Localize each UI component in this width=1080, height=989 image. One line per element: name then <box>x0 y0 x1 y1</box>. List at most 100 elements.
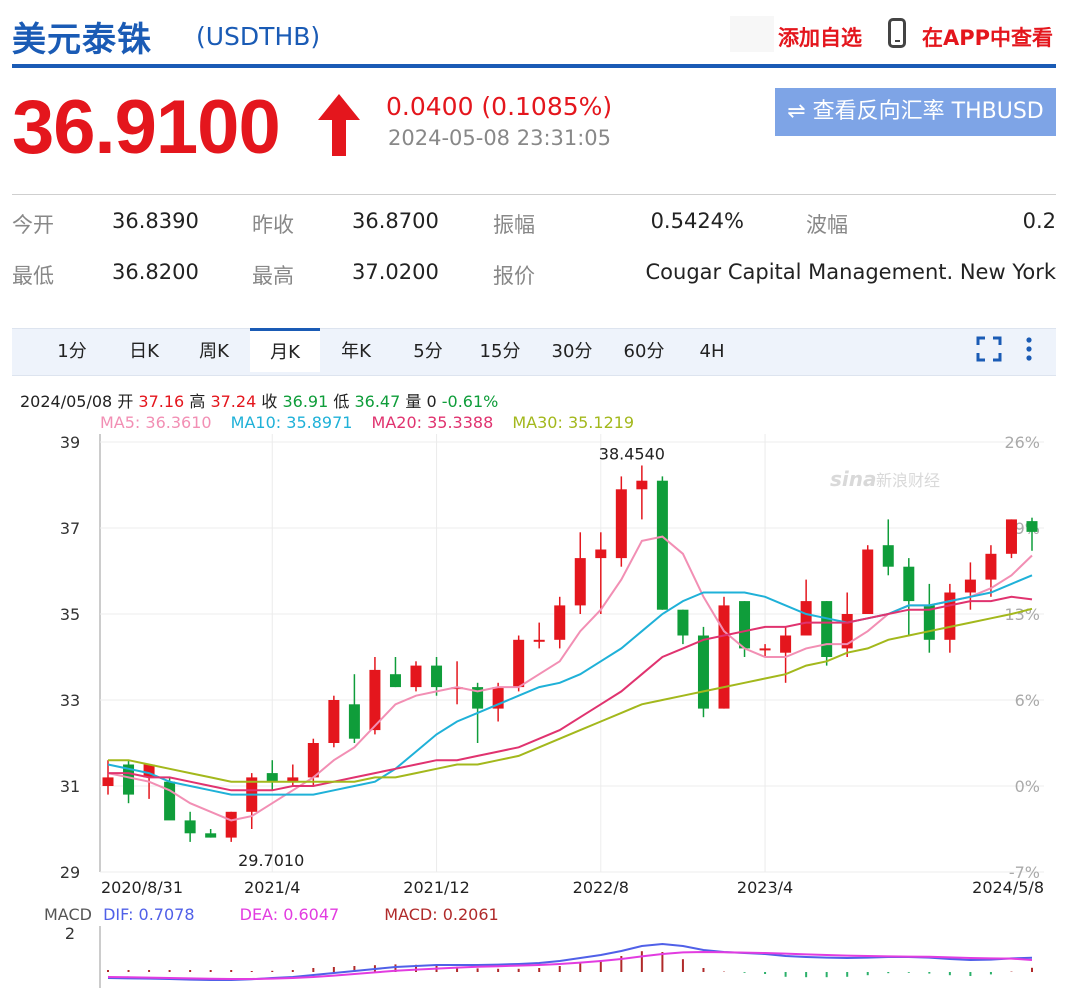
info-vol: 0 <box>426 392 437 411</box>
candle-up <box>985 553 997 580</box>
price-change: 0.0400 (0.1085%) <box>386 92 613 121</box>
macd-legend: MACD DIF: 0.7078 DEA: 0.6047 MACD: 0.206… <box>44 905 499 924</box>
tab-60min[interactable]: 60分 <box>612 329 676 375</box>
view-in-app-button[interactable]: 在APP中查看 <box>922 22 1053 52</box>
candle-down <box>164 781 176 821</box>
candle-down <box>697 635 709 709</box>
x-tick-label: 2021/12 <box>403 878 469 897</box>
candle-up <box>307 743 319 778</box>
sina-watermark-icon: sina <box>830 467 877 491</box>
tab-daily[interactable]: 日K <box>112 329 176 375</box>
candle-up <box>862 549 874 614</box>
info-high-label: 高 <box>189 392 206 411</box>
candle-up <box>800 601 812 636</box>
x-tick-label: 2024/5/8 <box>972 878 1044 897</box>
info-vol-label: 量 <box>405 392 422 411</box>
candle-up <box>718 605 730 709</box>
stat-low-label: 最低 <box>12 264 54 288</box>
stat-high-value: 37.0200 <box>352 260 439 284</box>
period-tab-bar: 1分 日K 周K 月K 年K 5分 15分 30分 60分 4H <box>12 328 1056 376</box>
info-low-label: 低 <box>333 392 350 411</box>
y-tick-label: 29 <box>60 863 80 882</box>
dif-line <box>107 942 1033 981</box>
candle-down <box>184 820 196 834</box>
candle-down <box>821 601 833 657</box>
y-tick-label: 31 <box>60 777 80 796</box>
more-options-icon[interactable] <box>1024 336 1034 362</box>
candle-up <box>636 480 648 490</box>
stat-volatility-label: 波幅 <box>806 213 848 237</box>
tab-4h[interactable]: 4H <box>680 329 744 375</box>
candle-down <box>903 566 915 602</box>
candle-down <box>205 833 217 838</box>
watermark-cn: 新浪财经 <box>876 471 940 490</box>
macd-chart[interactable]: 2 <box>0 926 1080 989</box>
info-close-label: 收 <box>261 392 278 411</box>
fullscreen-icon[interactable] <box>976 336 1002 362</box>
stat-quoter-label: 报价 <box>493 264 535 288</box>
ma20-line <box>108 595 1033 792</box>
candle-up <box>595 549 607 559</box>
phone-icon <box>888 18 906 48</box>
ma10-line <box>107 574 1033 796</box>
reverse-rate-button[interactable]: ⇌ 查看反向汇率 THBUSD <box>775 88 1056 136</box>
candle-up <box>615 489 627 559</box>
x-tick-label: 2023/4 <box>737 878 793 897</box>
candle-up <box>328 700 340 743</box>
info-close: 36.91 <box>282 392 329 411</box>
stat-low-value: 36.8200 <box>112 260 199 284</box>
x-tick-label: 2020/8/31 <box>101 878 183 897</box>
candle-up <box>554 605 566 640</box>
candle-up <box>533 639 545 642</box>
instrument-symbol: (USDTHB) <box>196 22 321 51</box>
y-tick-label: 33 <box>60 691 80 710</box>
candle-down <box>389 674 401 688</box>
macd-dea-legend: DEA: 0.6047 <box>239 905 340 924</box>
ohlc-info-line: 2024/05/08 开 37.16 高 37.24 收 36.91 低 36.… <box>20 388 498 412</box>
candle-down <box>266 773 278 782</box>
tab-yearly[interactable]: 年K <box>324 329 388 375</box>
tab-5min[interactable]: 5分 <box>396 329 460 375</box>
tab-15min[interactable]: 15分 <box>468 329 532 375</box>
info-open-label: 开 <box>117 392 134 411</box>
candle-up <box>780 635 792 653</box>
candle-up <box>225 811 237 838</box>
fav-placeholder <box>730 16 774 52</box>
candle-down <box>348 704 360 739</box>
info-date: 2024/05/08 <box>20 392 113 411</box>
candle-down <box>656 480 668 610</box>
pct-tick-label: 0% <box>1015 777 1040 796</box>
stats-divider <box>12 194 1056 195</box>
candle-down <box>1026 521 1038 532</box>
ma30-line <box>108 607 1033 783</box>
stat-volatility-value: 0.2 <box>1022 209 1056 233</box>
stat-high-label: 最高 <box>252 264 294 288</box>
candle-down <box>431 665 443 688</box>
stat-open-value: 36.8390 <box>112 209 199 233</box>
x-tick-label: 2022/8 <box>573 878 629 897</box>
macd-dif-legend: DIF: 0.7078 <box>103 905 195 924</box>
pct-tick-label: 26% <box>1004 433 1040 452</box>
tab-weekly[interactable]: 周K <box>182 329 246 375</box>
candlestick-chart[interactable]: 39 26%37 19%35 13%33 6%31 0%29 -7%2020/8/31 202… <box>0 430 1080 900</box>
add-to-watchlist-button[interactable]: 添加自选 <box>778 22 862 52</box>
info-open: 37.16 <box>138 392 185 411</box>
info-high: 37.24 <box>210 392 257 411</box>
candle-down <box>739 601 751 649</box>
instrument-name: 美元泰铢 <box>12 20 152 60</box>
tab-1min[interactable]: 1分 <box>40 329 104 375</box>
stat-amplitude-value: 0.5424% <box>650 209 744 233</box>
macd-y-tick: 2 <box>65 926 75 943</box>
tab-monthly[interactable]: 月K <box>250 328 320 372</box>
macd-value-legend: MACD: 0.2061 <box>384 905 499 924</box>
min-annotation: 29.7010 <box>238 851 304 870</box>
header-divider <box>12 64 1056 68</box>
stat-quoter-value: Cougar Capital Management. New York <box>645 260 1056 284</box>
info-pct: -0.61% <box>441 392 499 411</box>
candle-up <box>102 777 114 786</box>
tab-30min[interactable]: 30分 <box>540 329 604 375</box>
stat-amplitude-label: 振幅 <box>493 213 535 237</box>
pct-tick-label: 6% <box>1015 691 1040 710</box>
candle-up <box>964 579 976 593</box>
info-low: 36.47 <box>354 392 401 411</box>
